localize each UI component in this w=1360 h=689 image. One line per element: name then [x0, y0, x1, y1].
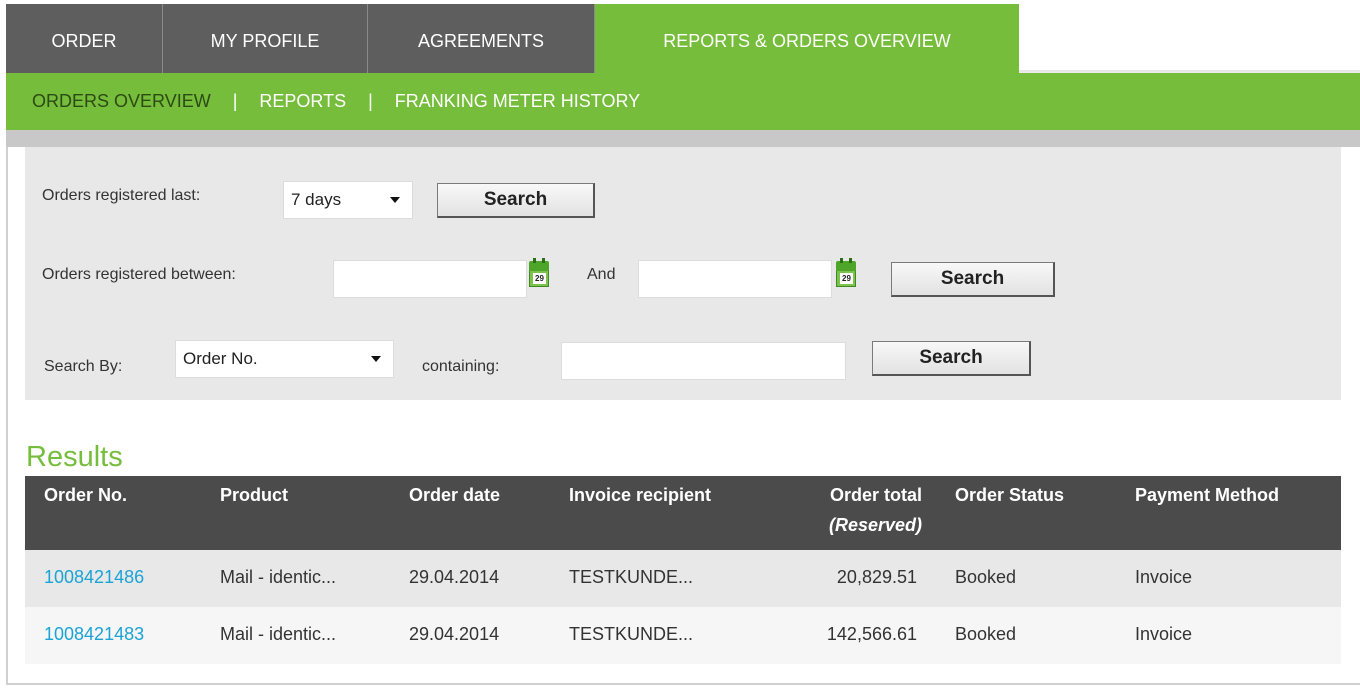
order-date-cell: 29.04.2014	[409, 624, 500, 644]
containing-label: containing:	[422, 358, 500, 375]
date-from-field[interactable]	[333, 260, 527, 298]
calendar-day: 29	[840, 273, 853, 284]
subnav-franking-meter-history[interactable]: FRANKING METER HISTORY	[395, 91, 640, 112]
order-status-cell: Booked	[955, 567, 1017, 587]
order-total-label: Order total	[829, 485, 922, 505]
subnav-separator: |	[232, 91, 238, 111]
search-by-select[interactable]: Order No.	[175, 340, 394, 378]
product-cell: Mail - identic...	[220, 567, 337, 587]
payment-method-cell: Invoice	[1135, 624, 1193, 644]
period-select-value: 7 days	[291, 190, 342, 209]
order-number-link[interactable]: 1008421483	[44, 624, 144, 645]
column-header-order-no[interactable]: Order No.	[44, 485, 127, 506]
dropdown-arrow-icon	[390, 197, 400, 203]
order-total-note: (Reserved)	[828, 515, 922, 535]
tab-my-profile[interactable]: MY PROFILE	[163, 4, 368, 74]
calendar-day: 29	[533, 273, 546, 284]
column-header-product[interactable]: Product	[220, 485, 288, 506]
search-by-button[interactable]: Search	[872, 341, 1031, 376]
tab-label: ORDER	[51, 31, 117, 51]
content-left-border	[6, 147, 8, 683]
calendar-icon[interactable]: 29	[836, 258, 856, 287]
order-total-cell: 20,829.51	[836, 567, 917, 587]
date-to-field[interactable]	[638, 260, 832, 298]
tab-agreements[interactable]: AGREEMENTS	[368, 4, 595, 74]
tab-label: REPORTS & ORDERS OVERVIEW	[663, 31, 951, 51]
order-total-cell: 142,566.61	[826, 624, 917, 644]
subnav-orders-overview[interactable]: ORDERS OVERVIEW	[32, 91, 211, 112]
search-panel: Orders registered last: 7 days Search Or…	[25, 147, 1341, 400]
orders-registered-between-label: Orders registered between:	[42, 266, 236, 283]
column-header-order-total[interactable]: Order total (Reserved)	[796, 485, 922, 536]
tab-label: AGREEMENTS	[417, 31, 545, 51]
search-last-button[interactable]: Search	[437, 183, 595, 218]
column-header-order-date[interactable]: Order date	[409, 485, 500, 506]
column-header-payment-method[interactable]: Payment Method	[1135, 485, 1279, 506]
main-tabs: ORDER MY PROFILE AGREEMENTS REPORTS & OR…	[6, 4, 1019, 74]
order-number-link[interactable]: 1008421486	[44, 567, 144, 588]
invoice-recipient-cell: TESTKUNDE...	[569, 567, 694, 587]
period-select[interactable]: 7 days	[283, 181, 413, 219]
tab-reports-orders-overview[interactable]: REPORTS & ORDERS OVERVIEW	[595, 4, 1019, 74]
results-table-header: Order No. Product Order date Invoice rec…	[25, 476, 1341, 550]
column-header-order-status[interactable]: Order Status	[955, 485, 1064, 506]
table-row: 1008421486 Mail - identic... 29.04.2014 …	[25, 550, 1341, 607]
containing-field[interactable]	[561, 342, 846, 380]
table-row: 1008421483 Mail - identic... 29.04.2014 …	[25, 607, 1341, 664]
payment-method-cell: Invoice	[1135, 567, 1193, 587]
tab-label: MY PROFILE	[210, 31, 320, 51]
tab-order[interactable]: ORDER	[6, 4, 163, 74]
content-bottom-border	[6, 683, 1360, 685]
search-by-label: Search By:	[44, 358, 123, 375]
invoice-recipient-cell: TESTKUNDE...	[569, 624, 694, 644]
product-cell: Mail - identic...	[220, 624, 337, 644]
content-top-bar	[6, 130, 1360, 147]
and-label: And	[587, 266, 616, 283]
search-between-button[interactable]: Search	[891, 262, 1055, 297]
subnav-reports[interactable]: REPORTS	[259, 91, 346, 112]
order-status-cell: Booked	[955, 624, 1017, 644]
results-title: Results	[26, 441, 123, 473]
sub-navigation: ORDERS OVERVIEW | REPORTS | FRANKING MET…	[6, 73, 1360, 130]
subnav-separator: |	[368, 91, 373, 111]
calendar-icon[interactable]: 29	[529, 258, 549, 287]
column-header-invoice-recipient[interactable]: Invoice recipient	[569, 485, 711, 506]
orders-registered-last-label: Orders registered last:	[42, 187, 201, 204]
dropdown-arrow-icon	[371, 356, 381, 362]
search-by-select-value: Order No.	[183, 349, 258, 368]
order-date-cell: 29.04.2014	[409, 567, 500, 587]
